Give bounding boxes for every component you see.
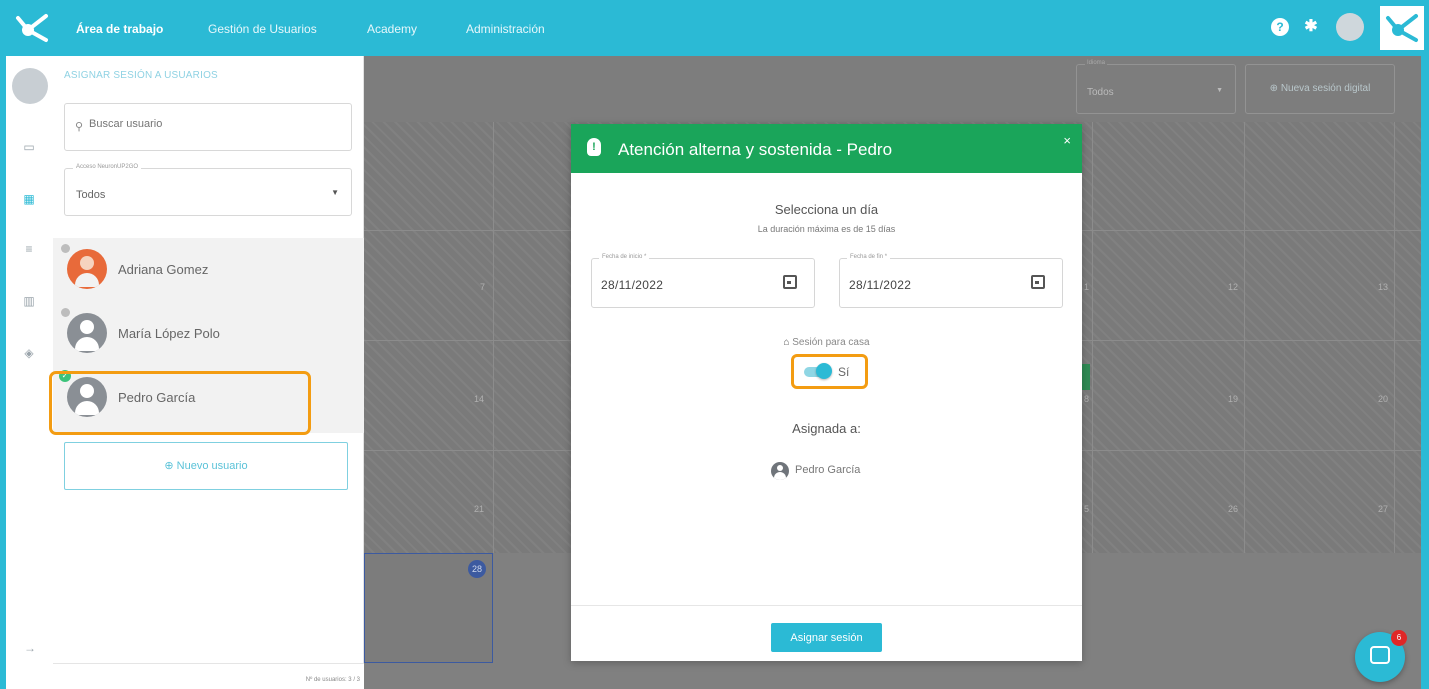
- profile-avatar[interactable]: [12, 68, 48, 104]
- nav-administration[interactable]: Administración: [466, 22, 545, 36]
- new-user-label: Nuevo usuario: [176, 460, 248, 472]
- brand-logo-box[interactable]: [1380, 6, 1424, 50]
- new-user-button[interactable]: ⊕ Nuevo usuario: [64, 442, 348, 490]
- divider: [571, 605, 1082, 606]
- access-select-label: Acceso NeuronUP2GO: [73, 164, 142, 170]
- user-list: Adriana Gomez María López Polo ✓ Pedro G…: [49, 238, 364, 435]
- panel-title: ASIGNAR SESIÓN A USUARIOS: [64, 70, 218, 81]
- today-cell[interactable]: 28: [364, 553, 493, 663]
- user-avatar: [67, 313, 107, 353]
- dropdown-arrow-icon: ▼: [331, 188, 339, 197]
- day-number[interactable]: 26: [1228, 504, 1238, 514]
- access-select[interactable]: Acceso NeuronUP2GO Todos ▼: [64, 164, 352, 216]
- user-name: Adriana Gomez: [118, 262, 209, 277]
- session-event-marker[interactable]: [1082, 364, 1090, 390]
- calendar-icon[interactable]: [783, 275, 797, 289]
- search-user-field[interactable]: ⚲: [64, 103, 352, 151]
- devices-icon[interactable]: ▭: [20, 140, 38, 154]
- assign-session-button[interactable]: Asignar sesión: [771, 623, 882, 652]
- start-date-value: 28/11/2022: [601, 278, 664, 292]
- day-number[interactable]: 27: [1378, 504, 1388, 514]
- language-value: Todos: [1087, 87, 1114, 98]
- help-icon[interactable]: ?: [1271, 18, 1289, 36]
- toggle-value: Sí: [838, 365, 850, 379]
- user-row-adriana[interactable]: Adriana Gomez: [53, 238, 364, 302]
- user-avatar-photo: [67, 249, 107, 289]
- selection-highlight: [49, 371, 311, 435]
- day-number[interactable]: 20: [1378, 394, 1388, 404]
- toggle-knob[interactable]: [816, 363, 832, 379]
- search-input[interactable]: [89, 118, 329, 130]
- nav-academy[interactable]: Academy: [367, 22, 417, 36]
- status-dot: [61, 308, 70, 317]
- day-number[interactable]: 19: [1228, 394, 1238, 404]
- max-duration-note: La duración máxima es de 15 días: [757, 224, 896, 234]
- nav-workspace[interactable]: Área de trabajo: [76, 22, 163, 36]
- day-number[interactable]: 12: [1228, 282, 1238, 292]
- box-icon[interactable]: ◈: [20, 346, 38, 360]
- user-row-maria[interactable]: María López Polo: [53, 302, 364, 366]
- calendar-toolbar: Idioma Todos ▼ ⊕ Nueva sesión digital: [364, 56, 1421, 122]
- lightbulb-icon: !: [587, 138, 601, 156]
- plus-circle-icon: ⊕: [164, 460, 177, 472]
- search-icon: ⚲: [75, 121, 84, 133]
- day-number[interactable]: 8: [1084, 394, 1089, 404]
- day-number[interactable]: 13: [1378, 282, 1388, 292]
- end-date-value: 28/11/2022: [849, 278, 912, 292]
- day-number[interactable]: 14: [474, 394, 484, 404]
- user-avatar[interactable]: [1336, 13, 1364, 41]
- side-icon-rail: ▭ ▦ ≡ ▥ ◈ →: [6, 56, 53, 689]
- top-navigation-bar: Área de trabajo Gestión de Usuarios Acad…: [0, 0, 1429, 56]
- user-name: María López Polo: [118, 326, 220, 341]
- end-date-label: Fecha de fin *: [847, 254, 891, 260]
- end-date-field[interactable]: Fecha de fin * 28/11/2022: [839, 254, 1063, 308]
- day-number[interactable]: 7: [480, 282, 485, 292]
- day-number[interactable]: 5: [1084, 504, 1089, 514]
- day-number[interactable]: 1: [1084, 282, 1089, 292]
- select-day-heading: Selecciona un día: [774, 202, 879, 217]
- list-icon[interactable]: ≡: [20, 242, 38, 256]
- home-session-text: Sesión para casa: [792, 337, 870, 348]
- dropdown-arrow-icon: ▼: [1216, 87, 1223, 94]
- assigned-user-name: Pedro García: [795, 464, 861, 476]
- user-avatar-icon: [771, 462, 789, 480]
- access-select-value: Todos: [76, 189, 106, 201]
- brand-logo-icon: [1386, 14, 1418, 42]
- home-session-label: ⌂ Sesión para casa: [571, 337, 1082, 348]
- chat-icon: [1370, 646, 1390, 664]
- calendar-icon[interactable]: [1031, 275, 1045, 289]
- new-session-label: Nueva sesión digital: [1280, 83, 1371, 94]
- status-dot: [61, 244, 70, 253]
- gear-icon[interactable]: ✱: [1302, 18, 1320, 36]
- close-icon[interactable]: ×: [1063, 133, 1071, 148]
- app-logo[interactable]: [12, 10, 52, 46]
- plus-circle-icon: ⊕: [1269, 83, 1281, 94]
- stats-icon[interactable]: ▥: [20, 294, 38, 308]
- home-session-toggle-highlight: Sí: [791, 354, 868, 389]
- nav-user-management[interactable]: Gestión de Usuarios: [208, 22, 317, 36]
- user-row-pedro[interactable]: ✓ Pedro García: [49, 366, 364, 435]
- assigned-to-label: Asignada a:: [792, 421, 861, 436]
- calendar-icon[interactable]: ▦: [20, 192, 38, 206]
- assign-session-modal: ! Atención alterna y sostenida - Pedro ×…: [571, 124, 1082, 661]
- start-date-label: Fecha de inicio *: [599, 254, 650, 260]
- today-badge: 28: [468, 560, 486, 578]
- user-count: Nº de usuarios: 3 / 3: [305, 677, 360, 683]
- start-date-field[interactable]: Fecha de inicio * 28/11/2022: [591, 254, 815, 308]
- notification-badge: 6: [1391, 630, 1407, 646]
- new-digital-session-button[interactable]: ⊕ Nueva sesión digital: [1245, 64, 1395, 114]
- language-label: Idioma: [1085, 60, 1108, 66]
- language-select[interactable]: Idioma Todos ▼: [1076, 60, 1236, 114]
- home-icon: ⌂: [783, 337, 793, 348]
- modal-header: ! Atención alterna y sostenida - Pedro ×: [571, 124, 1082, 173]
- assign-session-panel: ASIGNAR SESIÓN A USUARIOS ⚲ Acceso Neuro…: [49, 56, 364, 689]
- modal-title: Atención alterna y sostenida - Pedro: [618, 140, 893, 159]
- arrow-right-icon[interactable]: →: [24, 641, 36, 655]
- panel-footer: Nº de usuarios: 3 / 3: [53, 663, 364, 689]
- day-number[interactable]: 21: [474, 504, 484, 514]
